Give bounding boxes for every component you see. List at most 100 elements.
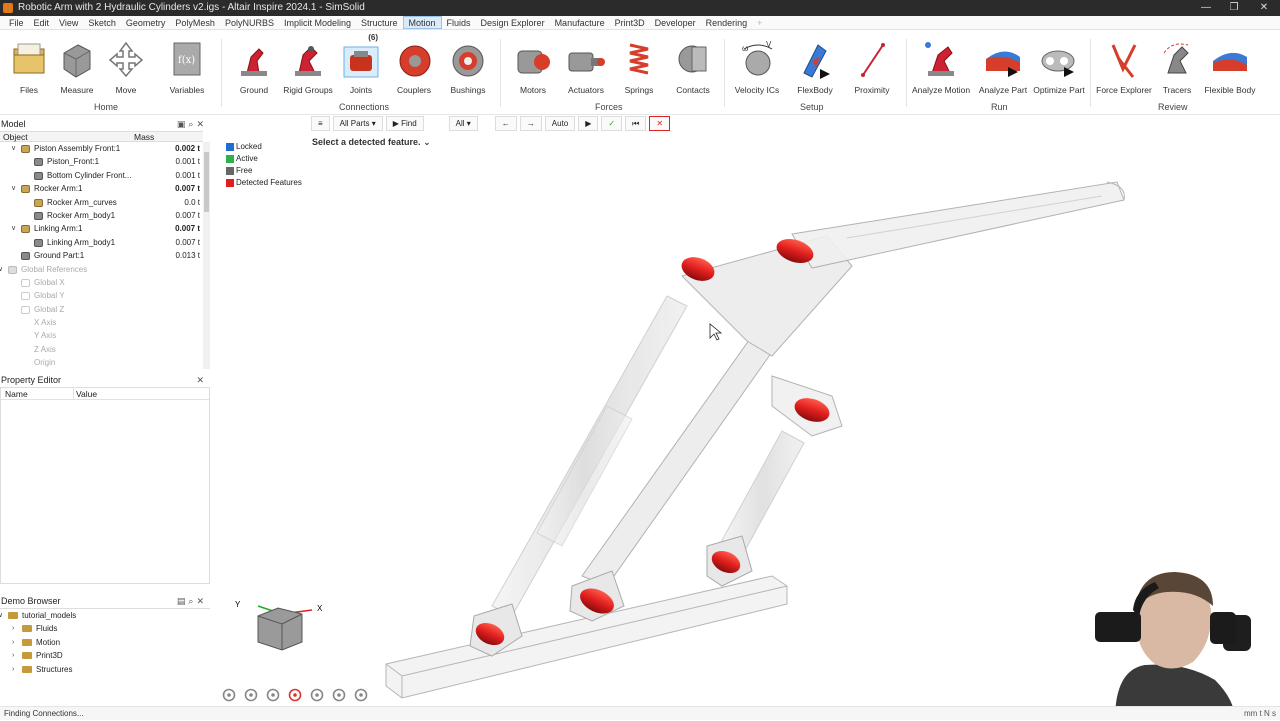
- view-cube-triad[interactable]: Y X: [232, 598, 332, 658]
- ground-button[interactable]: Ground: [225, 39, 283, 95]
- proximity-button[interactable]: Proximity: [843, 39, 901, 95]
- demo-folder[interactable]: ∨ tutorial_models: [0, 609, 203, 622]
- expand-toggle-icon[interactable]: ›: [12, 663, 14, 676]
- restore-icon[interactable]: ❐: [1220, 0, 1248, 16]
- menu-structure[interactable]: Structure: [356, 16, 403, 29]
- minimize-icon[interactable]: —: [1192, 0, 1220, 16]
- expand-toggle-icon[interactable]: ∨: [0, 609, 3, 622]
- parts-filter-dropdown[interactable]: All Parts ▾: [332, 116, 383, 131]
- tree-row[interactable]: Global Y: [0, 289, 203, 302]
- fit-view-icon[interactable]: [330, 688, 348, 702]
- model-panel-header: Model ▣⌕✕: [0, 118, 211, 131]
- scrollbar-thumb[interactable]: [204, 152, 209, 212]
- flexbody-button[interactable]: FlexBody: [786, 39, 844, 95]
- actuators-button[interactable]: Actuators: [557, 39, 615, 95]
- units-indicator[interactable]: mm t N s: [1244, 707, 1276, 721]
- pan-icon[interactable]: [242, 688, 260, 702]
- tree-row[interactable]: Piston_Front:1 0.001 t: [0, 155, 203, 168]
- springs-button[interactable]: Springs: [610, 39, 668, 95]
- box-select-icon[interactable]: [286, 688, 304, 702]
- menu-polymesh[interactable]: PolyMesh: [170, 16, 220, 29]
- expand-toggle-icon[interactable]: ∨: [0, 263, 3, 276]
- contacts-button[interactable]: Contacts: [664, 39, 722, 95]
- panel-tools-icon[interactable]: ▣⌕✕: [177, 118, 207, 131]
- demo-folder[interactable]: › Fluids: [0, 622, 203, 635]
- close-icon[interactable]: ✕: [196, 374, 207, 387]
- force-explorer-button[interactable]: Force Explorer: [1095, 39, 1153, 95]
- move-button[interactable]: Move: [97, 39, 155, 95]
- expand-toggle-icon[interactable]: ∨: [11, 182, 16, 195]
- tracers-button[interactable]: Tracers: [1148, 39, 1206, 95]
- menu-view[interactable]: View: [54, 16, 83, 29]
- zoom-icon[interactable]: [308, 688, 326, 702]
- expand-toggle-icon[interactable]: ›: [12, 649, 14, 662]
- expand-toggle-icon[interactable]: ›: [12, 636, 14, 649]
- demo-folder[interactable]: › Motion: [0, 636, 203, 649]
- auto-button[interactable]: Auto: [544, 116, 576, 131]
- analyze-part-button[interactable]: Analyze Part: [974, 39, 1032, 95]
- tree-row[interactable]: ∨ Linking Arm:1 0.007 t: [0, 222, 203, 235]
- section-icon[interactable]: [264, 688, 282, 702]
- play-icon[interactable]: ▶: [578, 116, 599, 131]
- menu-edit[interactable]: Edit: [29, 16, 55, 29]
- menu-polynurbs[interactable]: PolyNURBS: [220, 16, 279, 29]
- rigid-groups-button[interactable]: Rigid Groups: [279, 39, 337, 95]
- menu-developer[interactable]: Developer: [650, 16, 701, 29]
- tree-row[interactable]: Ground Part:1 0.013 t: [0, 249, 203, 262]
- menu-design-explorer[interactable]: Design Explorer: [476, 16, 550, 29]
- velocity-ics-button[interactable]: ωV Velocity ICs: [728, 39, 786, 95]
- tree-row[interactable]: Z Axis: [0, 343, 203, 356]
- menu-motion[interactable]: Motion: [402, 16, 442, 29]
- accept-check-icon[interactable]: ✓: [601, 116, 623, 131]
- analyze-motion-button[interactable]: Analyze Motion: [912, 39, 970, 95]
- tree-row[interactable]: Y Axis: [0, 329, 203, 342]
- menu-geometry[interactable]: Geometry: [121, 16, 171, 29]
- tree-row[interactable]: X Axis: [0, 316, 203, 329]
- tree-row[interactable]: Rocker Arm_body1 0.007 t: [0, 209, 203, 222]
- menu-rendering[interactable]: Rendering: [701, 16, 753, 29]
- all-dropdown[interactable]: All ▾: [448, 116, 478, 131]
- menu-implicit-modeling[interactable]: Implicit Modeling: [279, 16, 356, 29]
- panel-tools-icon[interactable]: ▤⌕✕: [177, 595, 207, 608]
- menu-print3d[interactable]: Print3D: [610, 16, 650, 29]
- demo-folder[interactable]: › Print3D: [0, 649, 203, 662]
- skip-back-icon[interactable]: ⏮: [625, 116, 647, 131]
- joints-button[interactable]: (6) Joints: [332, 33, 390, 95]
- chevron-down-icon[interactable]: ⌄: [423, 137, 431, 147]
- expand-toggle-icon[interactable]: ›: [12, 622, 14, 635]
- column-object[interactable]: Object: [3, 132, 28, 142]
- motors-button[interactable]: Motors: [504, 39, 562, 95]
- tree-row[interactable]: Linking Arm_body1 0.007 t: [0, 236, 203, 249]
- tree-row[interactable]: ∨ Piston Assembly Front:1 0.002 t: [0, 142, 203, 155]
- expand-toggle-icon[interactable]: ∨: [11, 222, 16, 235]
- demo-folder[interactable]: › Structures: [0, 663, 203, 676]
- menu-sketch[interactable]: Sketch: [83, 16, 121, 29]
- column-mass[interactable]: Mass: [134, 132, 154, 142]
- tree-row[interactable]: Global X: [0, 276, 203, 289]
- close-icon[interactable]: ✕: [1250, 0, 1278, 16]
- cancel-x-icon[interactable]: ✕: [649, 116, 671, 131]
- add-tab-icon[interactable]: +: [752, 16, 767, 29]
- menu-fluids[interactable]: Fluids: [442, 16, 476, 29]
- expand-toggle-icon[interactable]: ∨: [11, 142, 16, 155]
- tree-row[interactable]: Origin: [0, 356, 203, 369]
- optimize-part-button[interactable]: Optimize Part: [1030, 39, 1088, 95]
- flexible-body-button[interactable]: Flexible Body: [1201, 39, 1259, 95]
- tree-row[interactable]: Bottom Cylinder Front... 0.001 t: [0, 169, 203, 182]
- orbit-icon[interactable]: [220, 688, 238, 702]
- bushings-button[interactable]: Bushings: [439, 39, 497, 95]
- tree-scrollbar[interactable]: [203, 142, 210, 369]
- next-arrow-icon[interactable]: →: [519, 116, 542, 131]
- variables-button[interactable]: f(x) Variables: [158, 39, 216, 95]
- tree-row[interactable]: Rocker Arm_curves 0.0 t: [0, 196, 203, 209]
- tree-row[interactable]: Global Z: [0, 303, 203, 316]
- menu-manufacture[interactable]: Manufacture: [550, 16, 610, 29]
- couplers-button[interactable]: Couplers: [385, 39, 443, 95]
- list-icon[interactable]: ≡: [311, 116, 330, 131]
- tree-row[interactable]: ∨ Global References: [0, 263, 203, 276]
- globe-icon[interactable]: [352, 688, 370, 702]
- menu-file[interactable]: File: [4, 16, 29, 29]
- tree-row[interactable]: ∨ Rocker Arm:1 0.007 t: [0, 182, 203, 195]
- previous-arrow-icon[interactable]: ←: [494, 116, 517, 131]
- find-button[interactable]: ▶ Find: [385, 116, 424, 131]
